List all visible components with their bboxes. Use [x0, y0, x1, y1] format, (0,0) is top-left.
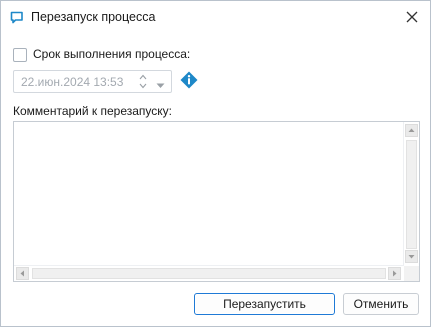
scroll-right-icon[interactable]: [388, 267, 401, 280]
chevron-down-icon[interactable]: [156, 78, 165, 88]
restart-button[interactable]: Перезапустить: [194, 293, 335, 315]
vertical-scroll-thumb[interactable]: [406, 140, 417, 249]
cancel-button[interactable]: Отменить: [343, 293, 419, 315]
deadline-date-value: 22.июн.2024 13:53: [21, 75, 124, 89]
scrollbar-corner: [404, 266, 419, 281]
title-bar: Перезапуск процесса: [1, 1, 430, 33]
scroll-down-icon[interactable]: [405, 250, 418, 263]
comment-textarea[interactable]: [14, 122, 404, 265]
restart-icon: [9, 10, 25, 26]
comment-label: Комментарий к перезапуску:: [13, 104, 173, 118]
scroll-up-icon[interactable]: [405, 124, 418, 137]
restart-process-dialog: Перезапуск процесса Срок выполнения проц…: [0, 0, 431, 327]
deadline-label[interactable]: Срок выполнения процесса:: [33, 47, 190, 61]
horizontal-scroll-thumb[interactable]: [32, 268, 386, 279]
deadline-date-picker[interactable]: 22.июн.2024 13:53: [13, 70, 172, 93]
vertical-scrollbar[interactable]: [403, 122, 419, 265]
deadline-checkbox[interactable]: [13, 48, 27, 62]
close-icon[interactable]: [402, 7, 422, 27]
scroll-left-icon[interactable]: [16, 267, 29, 280]
calendar-spin-icon[interactable]: [138, 73, 148, 90]
comment-box: [13, 121, 420, 282]
info-icon[interactable]: [180, 71, 198, 89]
dialog-title: Перезапуск процесса: [31, 10, 156, 24]
horizontal-scrollbar[interactable]: [14, 265, 404, 281]
